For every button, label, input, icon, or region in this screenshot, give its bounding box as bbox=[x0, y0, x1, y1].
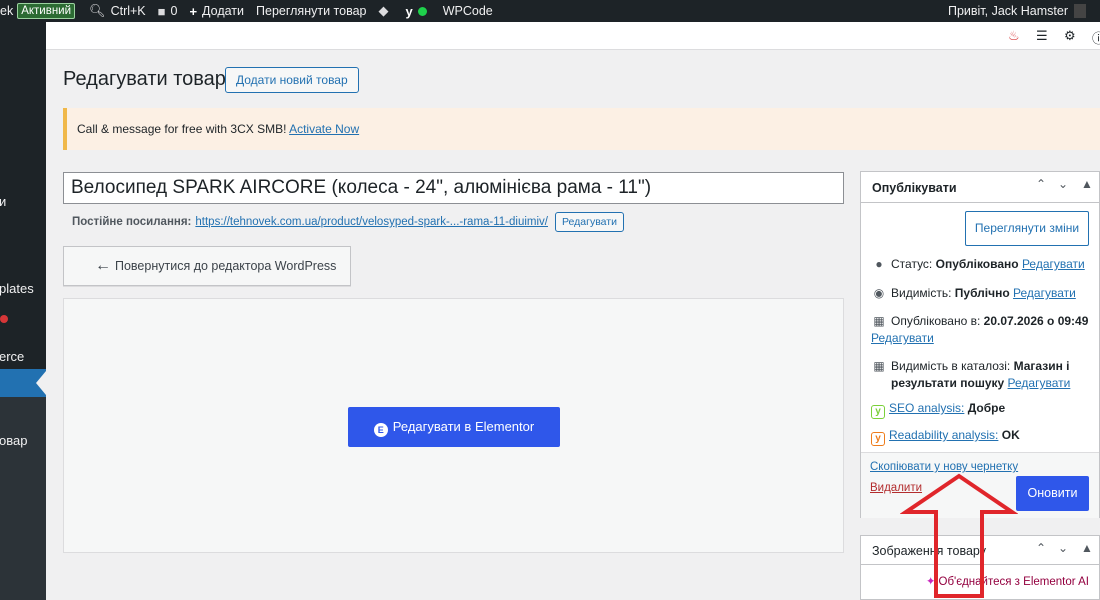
status-row: ● Статус: Опубліковано Редагувати bbox=[871, 256, 1085, 273]
notification-dot bbox=[0, 315, 8, 323]
elementor-editor-panel: E Редагувати в Elementor bbox=[63, 298, 844, 553]
calendar-icon: ▦ bbox=[873, 314, 885, 328]
move-down-icon[interactable]: ⌄ bbox=[1058, 541, 1068, 555]
edit-with-elementor-label: Редагувати в Elementor bbox=[392, 419, 535, 434]
move-up-icon[interactable]: ⌃ bbox=[1036, 177, 1046, 191]
sidebar-submenu bbox=[0, 397, 46, 600]
help-icon[interactable]: ⓘ bbox=[1092, 28, 1100, 47]
permalink-label: Постійне посилання: bbox=[72, 216, 192, 228]
collapse-icon[interactable]: ▲ bbox=[1081, 541, 1093, 555]
yoast-icon: y bbox=[405, 3, 413, 19]
view-product-item[interactable]: Переглянути товар bbox=[250, 0, 372, 22]
pin-icon: ● bbox=[875, 257, 883, 271]
greeting[interactable]: Привіт, Jack Hamster bbox=[948, 4, 1068, 18]
sidebar-item-woocommerce[interactable]: erce bbox=[0, 349, 24, 364]
comments-item[interactable]: ■ 0 bbox=[152, 0, 184, 22]
collapse-icon[interactable]: ▲ bbox=[1081, 177, 1093, 191]
readability-value: OK bbox=[1001, 428, 1020, 442]
seo-status-dot bbox=[417, 6, 427, 16]
wpcode-label[interactable]: WPCode bbox=[443, 4, 493, 18]
notice-text: Call & message for free with 3CX SMB! bbox=[77, 122, 287, 136]
diamond-item[interactable]: ◆ bbox=[372, 0, 399, 22]
site-name[interactable]: ek bbox=[0, 4, 13, 18]
structure-icon[interactable]: ☰ bbox=[1036, 28, 1048, 44]
notifications-icon[interactable]: ♨ bbox=[1008, 28, 1020, 44]
visibility-value: Публічно bbox=[954, 286, 1010, 300]
yoast-readability-icon: y bbox=[871, 432, 885, 446]
comment-icon: ■ bbox=[157, 3, 166, 19]
sidebar-subitem-product[interactable]: овар bbox=[0, 433, 27, 448]
add-new-item[interactable]: + Додати bbox=[183, 0, 250, 22]
readability-link[interactable]: Readability analysis: bbox=[889, 428, 998, 442]
move-up-icon[interactable]: ⌃ bbox=[1036, 541, 1046, 555]
active-indicator bbox=[36, 371, 46, 395]
publish-box-header: Опублікувати ⌃ ⌄ ▲ bbox=[861, 172, 1099, 203]
published-label: Опубліковано в: bbox=[891, 314, 981, 328]
grid-icon: ▦ bbox=[873, 359, 885, 373]
status-edit-link[interactable]: Редагувати bbox=[1022, 257, 1085, 271]
readability-row: y Readability analysis: OK bbox=[871, 427, 1020, 446]
yoast-seo-icon: y bbox=[871, 405, 885, 419]
eye-icon: ◉ bbox=[873, 286, 885, 300]
catalog-value-2: результати пошуку bbox=[891, 376, 1005, 390]
visibility-label: Видимість: bbox=[891, 286, 952, 300]
status-label: Статус: bbox=[891, 257, 933, 271]
seo-analysis-link[interactable]: SEO analysis: bbox=[889, 401, 964, 415]
my-account[interactable]: Привіт, Jack Hamster bbox=[948, 0, 1086, 22]
site-name-item[interactable]: ek Активний bbox=[0, 0, 81, 22]
published-value: 20.07.2026 о 09:49 bbox=[983, 314, 1089, 328]
wpcode-item[interactable]: WPCode bbox=[433, 0, 499, 22]
product-title-input[interactable]: Велосипед SPARK AIRCORE (колеса - 24", а… bbox=[63, 172, 844, 204]
update-button[interactable]: Оновити bbox=[1016, 476, 1089, 511]
search-shortcut[interactable]: Ctrl+K bbox=[111, 4, 146, 18]
search-item[interactable]: 🔍︎ Ctrl+K bbox=[81, 0, 152, 22]
catalog-value-1: Магазин і bbox=[1013, 359, 1070, 373]
published-date-row: ▦ Опубліковано в: 20.07.2026 о 09:49 Реда… bbox=[871, 313, 1088, 347]
top-toolbar: ♨ ☰ ⚙ ⓘ bbox=[46, 22, 1100, 50]
add-new-product-button[interactable]: Додати новий товар bbox=[225, 67, 359, 93]
permalink-row: Постійне посилання: https://tehnovek.com… bbox=[72, 212, 624, 232]
back-to-wordpress-label: Повернутися до редактора WordPress bbox=[115, 259, 337, 273]
catalog-label: Видимість в каталозі: bbox=[891, 359, 1011, 373]
sidebar-item-1[interactable]: и bbox=[0, 194, 6, 209]
admin-sidebar: и plates erce овар bbox=[0, 22, 46, 600]
seo-value: Добре bbox=[967, 401, 1006, 415]
comments-count[interactable]: 0 bbox=[171, 4, 178, 18]
diamond-icon: ◆ bbox=[378, 3, 389, 18]
move-down-icon[interactable]: ⌄ bbox=[1058, 177, 1068, 191]
edit-with-elementor-button[interactable]: E Редагувати в Elementor bbox=[348, 407, 560, 447]
red-arrow-shape bbox=[900, 473, 1018, 598]
activate-now-link[interactable]: Activate Now bbox=[289, 122, 359, 136]
visibility-edit-link[interactable]: Редагувати bbox=[1013, 286, 1076, 300]
catalog-edit-link[interactable]: Редагувати bbox=[1008, 376, 1071, 390]
preview-changes-button[interactable]: Переглянути зміни bbox=[965, 211, 1089, 246]
avatar[interactable] bbox=[1074, 4, 1086, 18]
publish-box: Опублікувати ⌃ ⌄ ▲ Переглянути зміни ● Ст… bbox=[860, 171, 1100, 518]
visibility-row: ◉ Видимість: Публічно Редагувати bbox=[871, 285, 1076, 302]
permalink-edit-button[interactable]: Редагувати bbox=[555, 212, 624, 232]
admin-bar: ek Активний 🔍︎ Ctrl+K ■ 0 + Додати Перег… bbox=[0, 0, 1100, 22]
status-badge: Активний bbox=[17, 3, 76, 19]
view-product-label[interactable]: Переглянути товар bbox=[256, 4, 366, 18]
arrow-left-icon: ← bbox=[95, 257, 111, 274]
red-arrow-annotation bbox=[900, 473, 1018, 598]
search-icon: 🔍︎ bbox=[89, 3, 106, 18]
admin-notice: Call & message for free with 3CX SMB! Ac… bbox=[63, 108, 1100, 150]
seo-analysis-row: y SEO analysis: Добре bbox=[871, 400, 1005, 419]
page-title: Редагувати товар bbox=[63, 68, 226, 90]
sidebar-item-templates[interactable]: plates bbox=[0, 281, 34, 296]
yoast-item[interactable]: y bbox=[399, 0, 432, 22]
plus-icon: + bbox=[189, 3, 198, 19]
back-to-wordpress-editor-button[interactable]: ← Повернутися до редактора WordPress bbox=[63, 246, 351, 286]
elementor-icon: E bbox=[373, 423, 388, 437]
add-new-label[interactable]: Додати bbox=[202, 4, 244, 18]
gear-icon[interactable]: ⚙ bbox=[1064, 28, 1076, 44]
publish-box-title: Опублікувати bbox=[872, 181, 957, 195]
permalink-url[interactable]: https://tehnovek.com.ua/product/velosype… bbox=[195, 216, 548, 228]
published-edit-link[interactable]: Редагувати bbox=[871, 331, 934, 345]
status-value: Опубліковано bbox=[935, 257, 1019, 271]
catalog-visibility-row: ▦ Видимість в каталозі: Магазин і результ… bbox=[871, 358, 1070, 392]
